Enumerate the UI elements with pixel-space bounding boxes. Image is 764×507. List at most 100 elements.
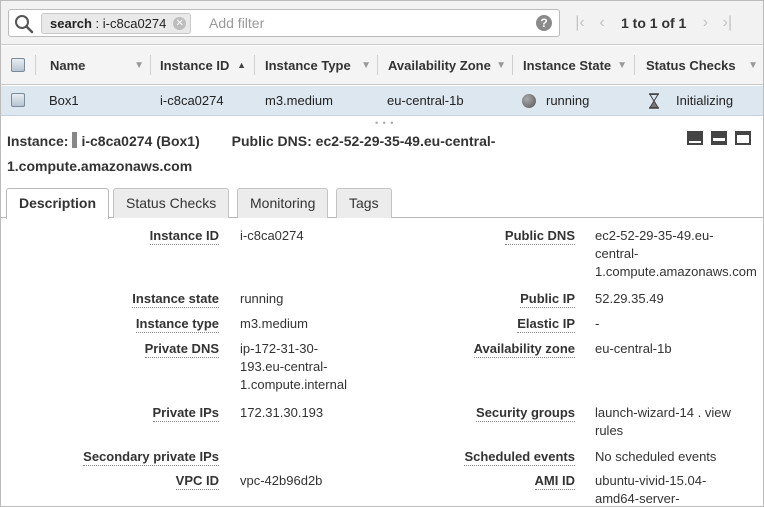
- filter-chip[interactable]: search : i-c8ca0274 ✕: [41, 13, 192, 34]
- help-icon[interactable]: ?: [536, 15, 552, 31]
- availability-zone-label[interactable]: Availability zone: [473, 341, 575, 358]
- ami-id-label[interactable]: AMI ID: [534, 473, 575, 490]
- chevron-down-icon: ▼: [496, 60, 506, 71]
- instance-detail-header: Instance: i-c8ca0274 (Box1) Public DNS: e…: [7, 129, 507, 179]
- private-dns-label[interactable]: Private DNS: [144, 341, 219, 358]
- column-divider: [377, 55, 378, 75]
- prev-page-icon[interactable]: ‹: [591, 14, 613, 32]
- filter-chip-separator: :: [91, 16, 103, 31]
- column-instance-id[interactable]: Instance ID ▲: [160, 46, 252, 85]
- ec2-console-panel: search : i-c8ca0274 ✕ Add filter ? |‹ ‹ …: [0, 0, 764, 507]
- layout-toggle: [687, 131, 751, 145]
- column-availability-zone-label: Availability Zone: [388, 58, 491, 73]
- cell-availability-zone: eu-central-1b: [387, 93, 464, 108]
- secondary-private-ips-label[interactable]: Secondary private IPs: [83, 449, 219, 466]
- public-dns-value: ec2-52-29-35-49.eu-central-: [315, 133, 496, 149]
- row-checkbox[interactable]: [11, 93, 25, 107]
- layout-bottom-icon[interactable]: [687, 131, 703, 145]
- hourglass-icon: [649, 93, 659, 109]
- column-divider: [150, 55, 151, 75]
- panel-resize-handle[interactable]: • • •: [375, 118, 394, 128]
- column-status-checks-label: Status Checks: [646, 58, 736, 73]
- instance-state-value: running: [240, 291, 284, 306]
- select-all-checkbox[interactable]: [11, 58, 25, 72]
- instance-id-label[interactable]: Instance ID: [149, 228, 219, 245]
- chevron-down-icon: ▼: [134, 60, 144, 71]
- sort-ascending-icon: ▲: [237, 60, 246, 70]
- public-ip-value: 52.29.35.49: [595, 291, 664, 306]
- first-page-icon[interactable]: |‹: [569, 14, 591, 32]
- column-status-checks[interactable]: Status Checks ▼: [646, 46, 760, 85]
- filter-chip-key: search: [50, 16, 92, 31]
- pagination: |‹ ‹ 1 to 1 of 1 › ›|: [569, 13, 738, 33]
- search-input[interactable]: search : i-c8ca0274 ✕ Add filter ?: [8, 9, 560, 37]
- search-icon: [15, 15, 34, 34]
- chevron-down-icon: ▼: [748, 60, 758, 71]
- scheduled-events-value: No scheduled events: [595, 449, 717, 464]
- filter-chip-value: i-c8ca0274: [102, 16, 167, 31]
- column-divider: [254, 55, 255, 75]
- tab-tags[interactable]: Tags: [336, 188, 392, 218]
- public-dns-value: ec2-52-29-35-49.eu-: [595, 228, 714, 243]
- column-instance-type-label: Instance Type: [265, 58, 351, 73]
- cell-status-checks: Initializing: [676, 93, 734, 108]
- public-dns-label[interactable]: Public DNS: [504, 228, 575, 245]
- column-instance-type[interactable]: Instance Type ▼: [265, 46, 377, 85]
- last-page-icon[interactable]: ›|: [716, 14, 738, 32]
- layout-top-icon[interactable]: [735, 131, 751, 145]
- elastic-ip-label[interactable]: Elastic IP: [517, 316, 575, 333]
- cell-instance-state: running: [546, 93, 590, 108]
- cell-instance-type: m3.medium: [265, 93, 333, 108]
- filter-placeholder[interactable]: Add filter: [209, 15, 264, 31]
- column-divider: [35, 55, 36, 75]
- table-row[interactable]: Box1 i-c8ca0274 m3.medium eu-central-1b …: [1, 86, 763, 116]
- column-instance-state[interactable]: Instance State ▼: [523, 46, 633, 85]
- ami-id-value: amd64-server-: [595, 491, 680, 506]
- private-dns-value: ip-172-31-30-: [240, 341, 319, 356]
- column-instance-id-label: Instance ID: [160, 58, 230, 73]
- tab-status-checks[interactable]: Status Checks: [113, 188, 230, 218]
- security-groups-label[interactable]: Security groups: [476, 405, 575, 422]
- instance-color-bar: [72, 132, 78, 148]
- description-panel: Instance ID i-c8ca0274 Instance state runni…: [1, 219, 763, 506]
- vpc-id-label[interactable]: VPC ID: [175, 473, 219, 490]
- column-name-label: Name: [50, 58, 86, 73]
- column-name[interactable]: Name ▼: [50, 46, 150, 85]
- private-ips-value: 172.31.30.193: [240, 405, 324, 420]
- detail-tabs: Description Status Checks Monitoring Tag…: [1, 187, 763, 219]
- public-dns-value-cont: 1.compute.amazonaws.com: [7, 158, 193, 174]
- next-page-icon[interactable]: ›: [694, 14, 716, 32]
- instance-type-label[interactable]: Instance type: [135, 316, 219, 333]
- public-dns-value: 1.compute.amazonaws.com: [595, 264, 757, 279]
- public-dns-label: Public DNS:: [231, 133, 312, 149]
- column-availability-zone[interactable]: Availability Zone ▼: [388, 46, 512, 85]
- layout-split-icon[interactable]: [711, 131, 727, 145]
- availability-zone-value: eu-central-1b: [595, 341, 672, 356]
- scheduled-events-label[interactable]: Scheduled events: [464, 449, 575, 466]
- column-instance-state-label: Instance State: [523, 58, 612, 73]
- ami-id-value: ubuntu-vivid-15.04-: [595, 473, 707, 488]
- chevron-down-icon: ▼: [361, 60, 371, 71]
- public-ip-label[interactable]: Public IP: [520, 291, 575, 308]
- instance-label: Instance:: [7, 133, 69, 149]
- private-dns-value: 193.eu-central-: [240, 359, 328, 374]
- security-groups-value[interactable]: launch-wizard-14 . view: [595, 404, 731, 422]
- state-running-icon: [522, 94, 536, 108]
- chevron-down-icon: ▼: [617, 60, 627, 71]
- private-ips-label[interactable]: Private IPs: [152, 405, 219, 422]
- public-dns-value: central-: [595, 246, 639, 261]
- filter-bar: search : i-c8ca0274 ✕ Add filter ? |‹ ‹ …: [1, 1, 763, 45]
- pager-text: 1 to 1 of 1: [621, 15, 687, 31]
- column-divider: [634, 55, 635, 75]
- tab-description[interactable]: Description: [6, 188, 110, 219]
- instance-value: i-c8ca0274 (Box1): [81, 133, 200, 149]
- private-dns-value: 1.compute.internal: [240, 377, 347, 392]
- tab-monitoring[interactable]: Monitoring: [237, 188, 329, 218]
- instance-state-label[interactable]: Instance state: [132, 291, 219, 308]
- instance-id-value: i-c8ca0274: [240, 228, 304, 243]
- cell-name: Box1: [49, 93, 79, 108]
- vpc-id-value: vpc-42b96d2b: [240, 473, 323, 488]
- close-icon[interactable]: ✕: [173, 17, 187, 30]
- security-groups-value[interactable]: rules: [595, 422, 623, 440]
- instance-type-value: m3.medium: [240, 316, 308, 331]
